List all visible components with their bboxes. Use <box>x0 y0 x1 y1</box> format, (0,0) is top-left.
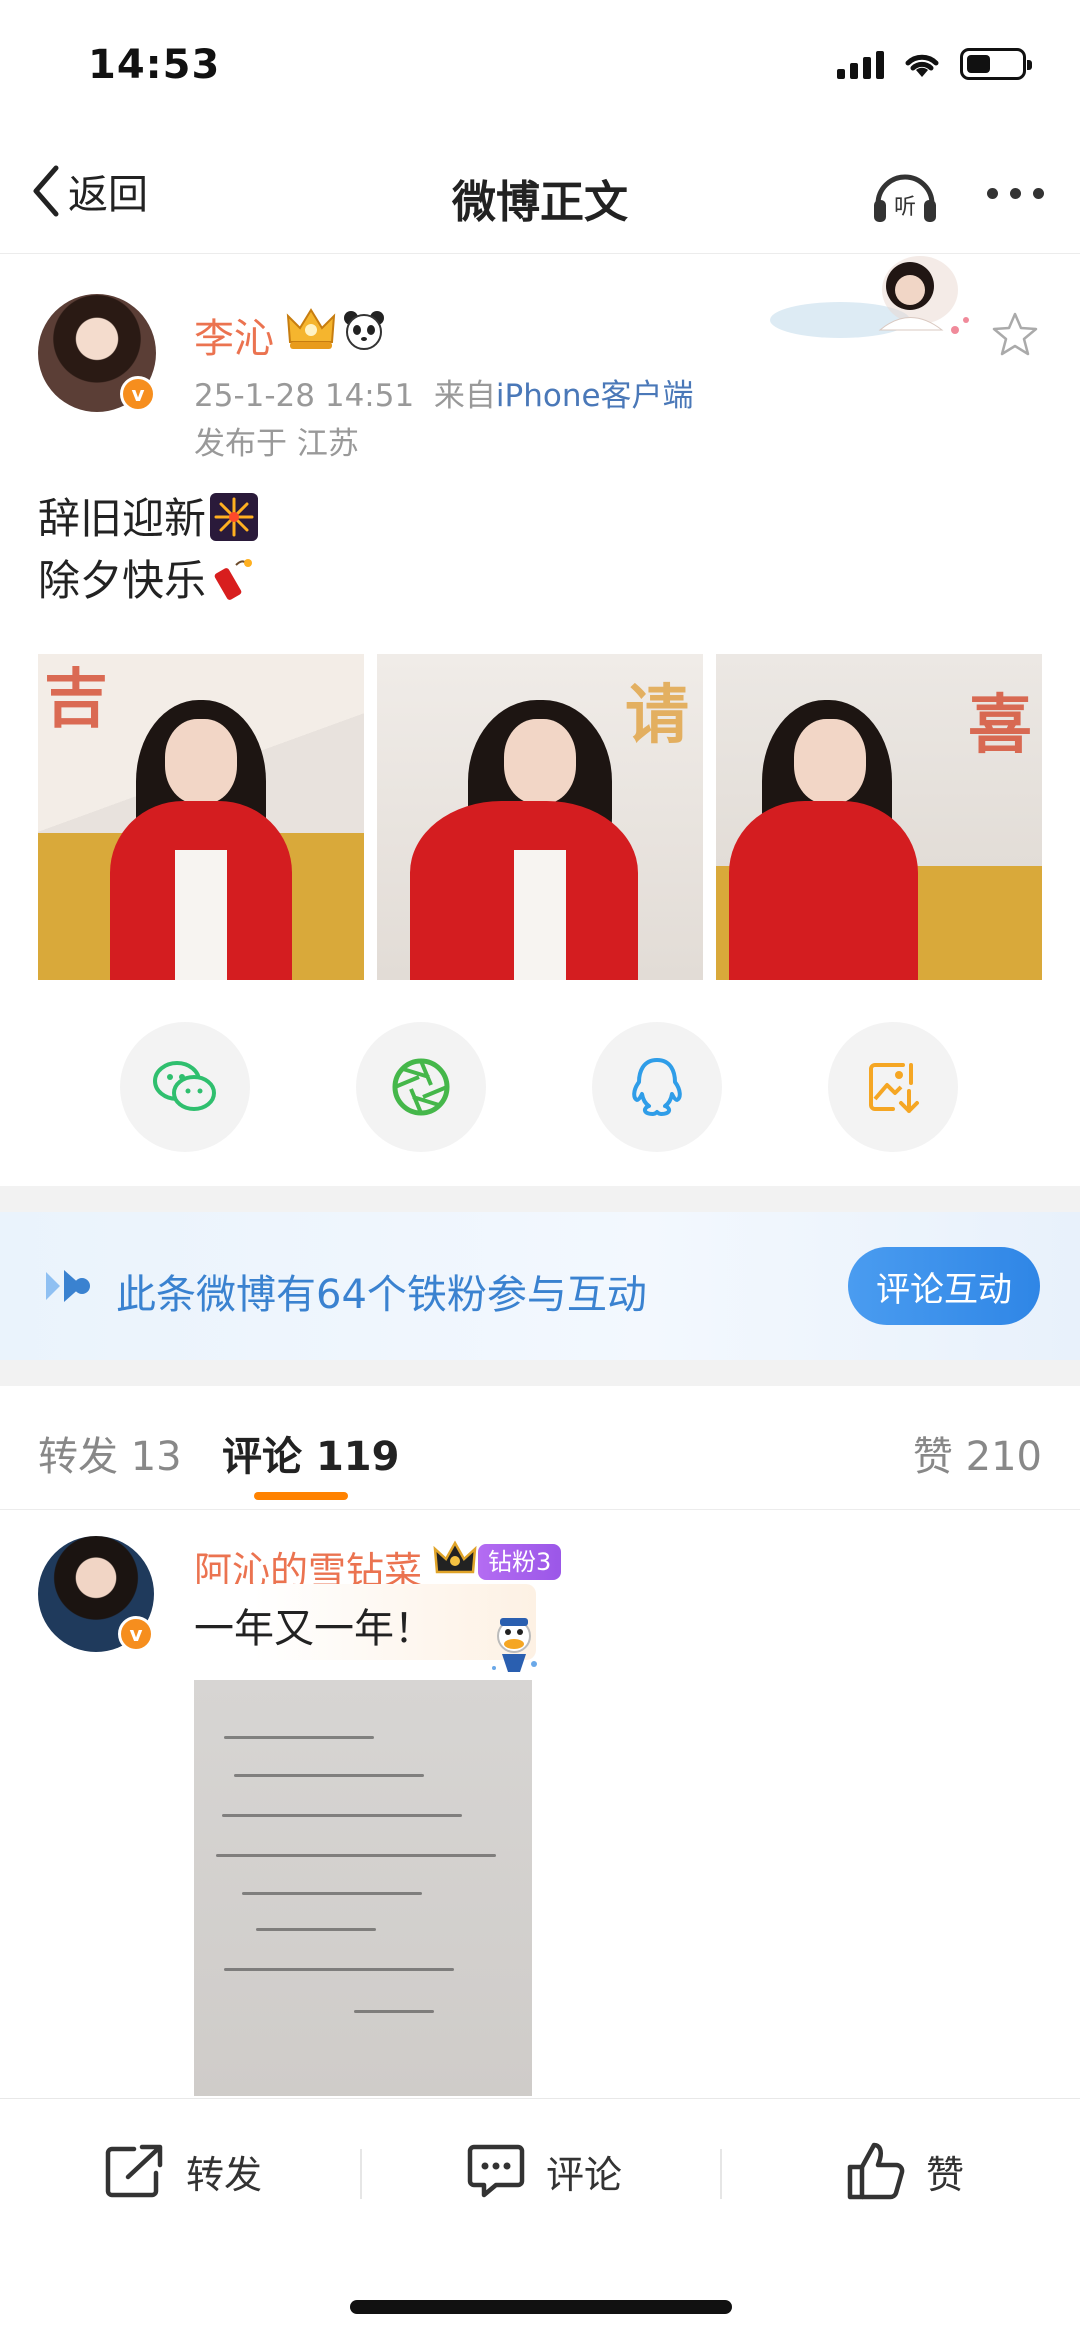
save-image-icon <box>869 1063 919 1113</box>
cellular-signal-icon <box>837 49 884 79</box>
status-time: 14:53 <box>88 42 221 88</box>
tab-likes-label: 赞 <box>912 1434 953 1480</box>
more-dot-icon <box>987 188 998 199</box>
post-text-line2: 除夕快乐 <box>38 556 207 605</box>
fireworks-emoji-icon <box>210 493 259 541</box>
post-timestamp: 25-1-28 14:51 <box>194 378 415 414</box>
tab-likes[interactable]: 赞 210 <box>913 1424 1042 1482</box>
decorative-header-illustration <box>770 256 969 338</box>
post-source-link[interactable]: iPhone客户端 <box>496 378 694 414</box>
tab-comments[interactable]: 评论 119 <box>222 1424 399 1482</box>
handwriting-stroke <box>224 1968 454 1971</box>
wifi-icon <box>905 54 939 77</box>
comment-interact-button[interactable]: 评论互动 <box>848 1247 1040 1325</box>
qq-icon <box>632 1058 682 1116</box>
thumbs-up-icon <box>847 2142 905 2200</box>
like-button[interactable]: 赞 <box>846 2099 964 2243</box>
tab-comments-label: 评论 <box>222 1434 302 1480</box>
tab-comments-count: 119 <box>315 1434 400 1480</box>
post-location: 发布于 江苏 <box>194 426 359 462</box>
post-meta: 25-1-28 14:51 来自iPhone客户端 <box>194 370 694 415</box>
fans-interaction-banner: 此条微博有64个铁粉参与互动 评论互动 <box>0 1212 1080 1360</box>
back-button[interactable]: 返回 <box>30 162 148 220</box>
repost-share-icon <box>105 2144 163 2198</box>
handwriting-stroke <box>242 1892 422 1895</box>
photo-calligraphy: 吉 <box>44 662 108 737</box>
tab-repost-label: 转发 <box>38 1434 118 1480</box>
comment-label: 评论 <box>546 2152 623 2197</box>
comment-button[interactable]: 评论 <box>466 2099 622 2243</box>
crown-badge-icon <box>286 308 336 349</box>
comment-text: 一年又一年！ <box>194 1606 434 1652</box>
photo-face <box>794 719 866 804</box>
handwriting-stroke <box>354 2010 434 2013</box>
share-moments-button[interactable] <box>356 1022 486 1152</box>
tab-repost[interactable]: 转发 13 <box>38 1424 182 1482</box>
post-text-line1: 辞旧迎新 <box>38 494 207 543</box>
share-wechat-button[interactable] <box>120 1022 250 1152</box>
section-divider <box>0 1360 1080 1386</box>
listen-headphone-icon[interactable]: 听 <box>870 164 940 228</box>
post-text-line: 除夕快乐 <box>38 550 258 612</box>
fan-level-badge: 钻粉3 <box>478 1544 562 1580</box>
divider <box>360 2149 362 2199</box>
post-tabs: 转发 13 评论 119 赞 210 <box>0 1386 1080 1510</box>
home-indicator <box>350 2300 732 2314</box>
post-body: 辞旧迎新 除夕快乐 <box>38 488 259 612</box>
duck-sticker-icon <box>492 1618 537 1672</box>
handwriting-stroke <box>256 1928 376 1931</box>
post-photo[interactable]: 请 <box>377 654 703 980</box>
nav-bar: 返回 微博正文 听 <box>0 140 1080 254</box>
post-photo[interactable]: 喜 <box>716 654 1042 980</box>
photo-shirt <box>513 849 567 980</box>
save-image-button[interactable] <box>828 1022 958 1152</box>
handwriting-stroke <box>224 1736 374 1739</box>
verified-badge: v <box>118 1616 154 1652</box>
handwriting-stroke <box>216 1854 496 1857</box>
handwriting-stroke <box>222 1814 462 1817</box>
firecracker-emoji-icon <box>214 559 253 600</box>
photo-shirt <box>174 849 228 980</box>
fans-banner-text: 此条微博有64个铁粉参与互动 <box>116 1272 647 1318</box>
photo-calligraphy: 请 <box>625 678 689 753</box>
photo-face <box>165 719 237 804</box>
status-bar: 14:53 <box>0 0 1080 140</box>
more-dot-icon <box>1010 188 1021 199</box>
repost-label: 转发 <box>186 2152 263 2197</box>
active-tab-indicator <box>254 1492 348 1500</box>
post-text-line: 辞旧迎新 <box>38 488 259 550</box>
like-label: 赞 <box>926 2152 965 2197</box>
chevron-left-icon <box>33 165 59 217</box>
post-photo[interactable]: 吉 <box>38 654 364 980</box>
favorite-star-icon[interactable] <box>990 310 1040 360</box>
photo-red-jacket <box>729 800 919 980</box>
share-qq-button[interactable] <box>592 1022 722 1152</box>
panda-badge-icon <box>344 311 384 350</box>
back-label: 返回 <box>68 172 148 218</box>
divider <box>720 2149 722 2199</box>
crown-badge-icon <box>433 1540 477 1574</box>
moments-icon <box>392 1058 450 1116</box>
handwriting-stroke <box>234 1774 424 1777</box>
wechat-icon <box>153 1061 216 1111</box>
fans-double-arrow-icon <box>46 1270 90 1302</box>
tab-likes-count: 210 <box>965 1434 1042 1480</box>
repost-button[interactable]: 转发 <box>104 2099 262 2243</box>
photo-face <box>504 719 576 804</box>
comment-bubble-icon <box>467 2144 525 2198</box>
more-dot-icon <box>1033 188 1044 199</box>
bottom-action-bar: 转发 评论 赞 <box>0 2098 1080 2242</box>
more-button[interactable] <box>987 188 1044 199</box>
post-source-prefix: 来自 <box>433 378 496 414</box>
post-author-name[interactable]: 李沁 <box>194 306 274 364</box>
verified-badge: v <box>120 376 156 412</box>
tab-repost-count: 13 <box>130 1434 182 1480</box>
section-divider <box>0 1186 1080 1212</box>
status-icons <box>837 48 1032 80</box>
photo-calligraphy: 喜 <box>968 688 1032 763</box>
battery-icon <box>960 48 1032 80</box>
listen-label: 听 <box>894 195 916 220</box>
comment-image-handwritten-note[interactable] <box>194 1680 532 2096</box>
